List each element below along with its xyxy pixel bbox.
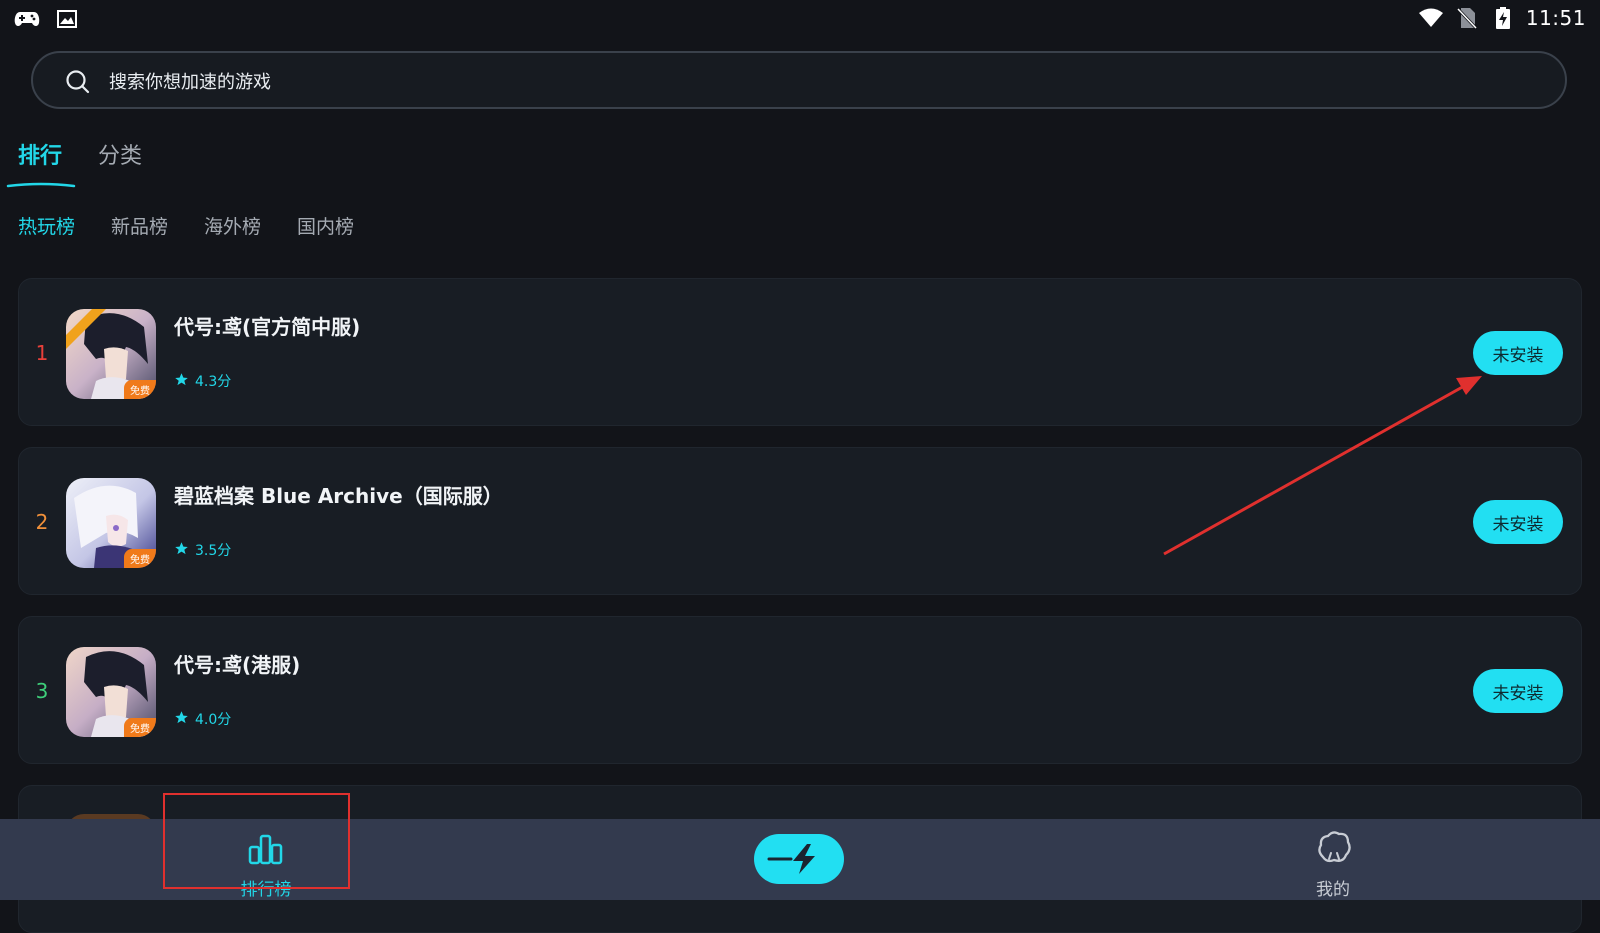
game-card[interactable]: 3 免费 代号:鸢(港服) 4.0分 未安装 [18, 616, 1582, 764]
game-icon: 免费 [66, 647, 156, 737]
annotation-highlight-box [163, 793, 350, 889]
status-time: 11:51 [1525, 6, 1586, 30]
search-bar[interactable] [31, 51, 1567, 109]
free-badge: 免费 [124, 380, 156, 399]
rank-number: 3 [35, 679, 49, 703]
star-icon [174, 541, 189, 560]
subtab-hot[interactable]: 热玩榜 [18, 212, 75, 239]
game-icon: 免费 [66, 309, 156, 399]
game-name: 代号:鸢(官方简中服) [174, 315, 361, 339]
install-button[interactable]: 未安装 [1473, 669, 1563, 713]
rating: 4.0分 [174, 709, 231, 729]
game-card[interactable]: 1 免费 代号:鸢(官方简中服) 4.3分 未安装 [18, 278, 1582, 426]
nav-me[interactable]: 我的 [1263, 819, 1403, 900]
main-tabs: 排行 分类 [18, 138, 142, 170]
search-icon [65, 69, 91, 99]
corner-tag [66, 309, 106, 349]
subtab-overseas[interactable]: 海外榜 [204, 212, 261, 239]
rating-text: 3.5分 [195, 543, 232, 559]
rating-text: 4.3分 [195, 374, 232, 390]
no-sim-icon [1454, 7, 1480, 29]
rating-text: 4.0分 [195, 712, 232, 728]
install-button[interactable]: 未安装 [1473, 500, 1563, 544]
sub-tabs: 热玩榜 新品榜 海外榜 国内榜 [18, 212, 354, 239]
nav-me-label: 我的 [1316, 880, 1350, 900]
game-name: 碧蓝档案 Blue Archive（国际服） [174, 484, 503, 508]
star-icon [174, 372, 189, 391]
rank-number: 2 [35, 510, 49, 534]
profile-icon [1315, 829, 1353, 871]
gamepad-icon [14, 8, 40, 30]
tab-category[interactable]: 分类 [98, 138, 142, 170]
game-card[interactable]: 2 免费 碧蓝档案 Blue Archive（国际服） 3.5分 未安装 [18, 447, 1582, 595]
boost-button[interactable] [754, 834, 844, 884]
free-badge: 免费 [124, 549, 156, 568]
star-icon [174, 710, 189, 729]
game-icon: 免费 [66, 478, 156, 568]
rating: 3.5分 [174, 540, 231, 560]
game-name: 代号:鸢(港服) [174, 653, 301, 677]
tab-ranking[interactable]: 排行 [18, 138, 62, 170]
battery-charging-icon [1490, 7, 1516, 29]
install-button[interactable]: 未安装 [1473, 331, 1563, 375]
wifi-icon [1418, 7, 1444, 29]
rank-number: 1 [35, 341, 49, 365]
lightning-icon [767, 842, 831, 880]
search-input[interactable] [107, 66, 1511, 98]
rating: 4.3分 [174, 371, 231, 391]
image-icon [54, 8, 80, 30]
status-bar: 11:51 [0, 0, 1600, 38]
tab-underline [6, 182, 76, 188]
subtab-new[interactable]: 新品榜 [111, 212, 168, 239]
free-badge: 免费 [124, 718, 156, 737]
subtab-domestic[interactable]: 国内榜 [297, 212, 354, 239]
